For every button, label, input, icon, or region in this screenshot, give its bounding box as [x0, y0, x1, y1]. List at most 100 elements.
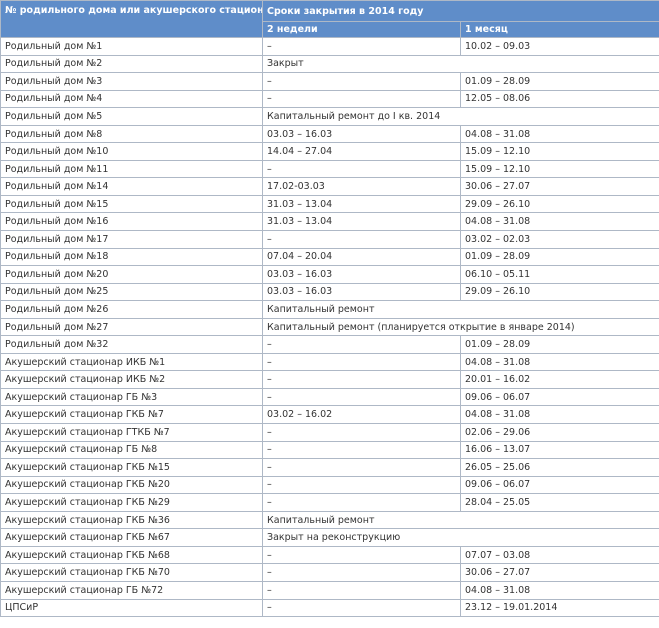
- table-row: Родильный дом №3–01.09 – 28.09: [0, 72, 659, 91]
- facility-name-cell: Акушерский стационар ГБ №8: [0, 440, 263, 460]
- table-row: Родильный дом №25 03.03 – 16.03 29.09 – 26…: [0, 282, 659, 302]
- table-row: ЦПСиР –23.12 – 19.01.2014: [0, 598, 659, 618]
- two-weeks-cell: –: [262, 423, 461, 442]
- facility-name-cell: Акушерский стационар ГТКБ №7: [0, 423, 263, 442]
- table-row: Акушерский стационар ГТКБ №7–02.06 – 29.…: [0, 423, 659, 442]
- two-weeks-cell: –: [262, 475, 461, 495]
- facility-name-cell: Акушерский стационар ГКБ №36: [0, 510, 263, 530]
- two-weeks-cell: –: [262, 458, 461, 477]
- table-row: Родильный дом №10 14.04 – 27.04 15.09 – 12…: [0, 142, 659, 161]
- facility-name-cell: Родильный дом №32: [0, 335, 263, 354]
- two-weeks-cell: –: [262, 335, 461, 354]
- one-month-cell: 03.02 – 02.03: [459, 230, 659, 249]
- facility-name-cell: Родильный дом №26: [0, 300, 263, 319]
- facility-name-cell: Родильный дом №18: [0, 247, 263, 267]
- one-month-cell: 16.06 – 13.07: [459, 440, 659, 460]
- table-row: Родильный дом №4–12.05 – 08.06: [0, 89, 659, 109]
- two-weeks-cell: –: [262, 598, 461, 618]
- table-row: Акушерский стационар ГКБ №7 03.02 – 16.02…: [0, 405, 659, 425]
- facility-name-cell: Акушерский стационар ГКБ №20: [0, 475, 263, 495]
- closure-schedule-table: № родильного дома или акушерского стацио…: [0, 0, 659, 618]
- one-month-cell: 01.09 – 28.09: [459, 335, 659, 354]
- one-month-cell: 29.09 – 26.10: [459, 282, 659, 302]
- table-row: Акушерский стационар ГБ №72–04.08 – 31.0…: [0, 580, 659, 600]
- facility-name-cell: Родильный дом №1: [0, 37, 263, 56]
- one-month-cell: 07.07 – 03.08: [459, 545, 659, 565]
- facility-name-cell: Родильный дом №27: [0, 317, 263, 337]
- table-row: Акушерский стационар ГКБ №67 Закрыт на ре…: [0, 528, 659, 547]
- status-cell: Капитальный ремонт: [261, 510, 659, 530]
- two-weeks-cell: 14.04 – 27.04: [262, 142, 461, 161]
- two-weeks-cell: 17.02-03.03: [262, 177, 461, 196]
- table-row: Родильный дом №15 31.03 – 13.04 29.09 – 26…: [0, 194, 659, 214]
- one-month-cell: 15.09 – 12.10: [459, 159, 659, 179]
- one-month-cell: 04.08 – 31.08: [459, 212, 659, 232]
- header-one-month: 1 месяц: [459, 21, 659, 38]
- table-row: Родильный дом №1–10.02 – 09.03: [0, 37, 659, 56]
- table-row: Родильный дом №5 Капитальный ремонт до I …: [0, 107, 659, 126]
- two-weeks-cell: 03.03 – 16.03: [262, 265, 461, 284]
- two-weeks-cell: –: [262, 159, 461, 179]
- table-row: Акушерский стационар ИКБ №2–20.01 – 16.0…: [0, 370, 659, 389]
- one-month-cell: 12.05 – 08.06: [459, 89, 659, 109]
- table-row: Родильный дом №17–03.02 – 02.03: [0, 230, 659, 249]
- table-row: Родильный дом №26 Капитальный ремонт: [0, 300, 659, 319]
- facility-name-cell: Родильный дом №10: [0, 142, 263, 161]
- two-weeks-cell: –: [262, 72, 461, 91]
- table-row: Акушерский стационар ГКБ №70–30.06 – 27.…: [0, 563, 659, 582]
- facility-name-cell: Родильный дом №2: [0, 54, 263, 74]
- status-cell: Капитальный ремонт (планируется открытие…: [261, 317, 659, 337]
- facility-name-cell: Родильный дом №4: [0, 89, 263, 109]
- one-month-cell: 23.12 – 19.01.2014: [459, 598, 659, 618]
- facility-name-cell: Акушерский стационар ГБ №3: [0, 387, 263, 407]
- table-row: Родильный дом №27 Капитальный ремонт (пла…: [0, 317, 659, 337]
- table-row: Акушерский стационар ГКБ №29–28.04 – 25.…: [0, 493, 659, 512]
- facility-name-cell: Родильный дом №20: [0, 265, 263, 284]
- one-month-cell: 15.09 – 12.10: [459, 142, 659, 161]
- facility-name-cell: Родильный дом №16: [0, 212, 263, 232]
- two-weeks-cell: –: [262, 580, 461, 600]
- two-weeks-cell: 07.04 – 20.04: [262, 247, 461, 267]
- one-month-cell: 04.08 – 31.08: [459, 405, 659, 425]
- two-weeks-cell: 31.03 – 13.04: [262, 212, 461, 232]
- two-weeks-cell: –: [262, 89, 461, 109]
- table-row: Родильный дом №14 17.02-03.03 30.06 – 27.0…: [0, 177, 659, 196]
- status-cell: Капитальный ремонт: [261, 300, 659, 319]
- facility-name-cell: Акушерский стационар ИКБ №1: [0, 352, 263, 372]
- facility-name-cell: Акушерский стационар ГКБ №68: [0, 545, 263, 565]
- table-row: Родильный дом №8 03.03 – 16.03 04.08 – 31.…: [0, 124, 659, 144]
- two-weeks-cell: –: [262, 440, 461, 460]
- table-row: Акушерский стационар ГКБ №15–26.05 – 25.…: [0, 458, 659, 477]
- one-month-cell: 01.09 – 28.09: [459, 247, 659, 267]
- two-weeks-cell: 03.03 – 16.03: [262, 282, 461, 302]
- table-row: Родильный дом №32–01.09 – 28.09: [0, 335, 659, 354]
- one-month-cell: 28.04 – 25.05: [459, 493, 659, 512]
- table-row: Родильный дом №16 31.03 – 13.04 04.08 – 31…: [0, 212, 659, 232]
- table-body: Родильный дом №1–10.02 – 09.03 Родильный …: [0, 37, 659, 618]
- one-month-cell: 06.10 – 05.11: [459, 265, 659, 284]
- table-row: Родильный дом №18 07.04 – 20.04 01.09 – 28…: [0, 247, 659, 267]
- facility-name-cell: Акушерский стационар ГКБ №67: [0, 528, 263, 547]
- table-row: Родильный дом №20 03.03 – 16.03 06.10 – 05…: [0, 265, 659, 284]
- table-row: Акушерский стационар ГБ №8–16.06 – 13.07: [0, 440, 659, 460]
- table-row: Акушерский стационар ИКБ №1–04.08 – 31.0…: [0, 352, 659, 372]
- one-month-cell: 30.06 – 27.07: [459, 563, 659, 582]
- facility-name-cell: Акушерский стационар ГКБ №7: [0, 405, 263, 425]
- two-weeks-cell: –: [262, 37, 461, 56]
- table-row: Акушерский стационар ГКБ №36 Капитальный …: [0, 510, 659, 530]
- facility-name-cell: Акушерский стационар ИКБ №2: [0, 370, 263, 389]
- one-month-cell: 04.08 – 31.08: [459, 352, 659, 372]
- header-two-weeks: 2 недели: [262, 21, 461, 38]
- two-weeks-cell: 03.02 – 16.02: [262, 405, 461, 425]
- one-month-cell: 26.05 – 25.06: [459, 458, 659, 477]
- facility-name-cell: Родильный дом №17: [0, 230, 263, 249]
- one-month-cell: 09.06 – 06.07: [459, 475, 659, 495]
- table-row: Родильный дом №11–15.09 – 12.10: [0, 159, 659, 179]
- table-row: Акушерский стационар ГКБ №68–07.07 – 03.…: [0, 545, 659, 565]
- facility-name-cell: Родильный дом №8: [0, 124, 263, 144]
- one-month-cell: 09.06 – 06.07: [459, 387, 659, 407]
- two-weeks-cell: 31.03 – 13.04: [262, 194, 461, 214]
- one-month-cell: 02.06 – 29.06: [459, 423, 659, 442]
- facility-name-cell: Акушерский стационар ГКБ №70: [0, 563, 263, 582]
- facility-name-cell: Родильный дом №3: [0, 72, 263, 91]
